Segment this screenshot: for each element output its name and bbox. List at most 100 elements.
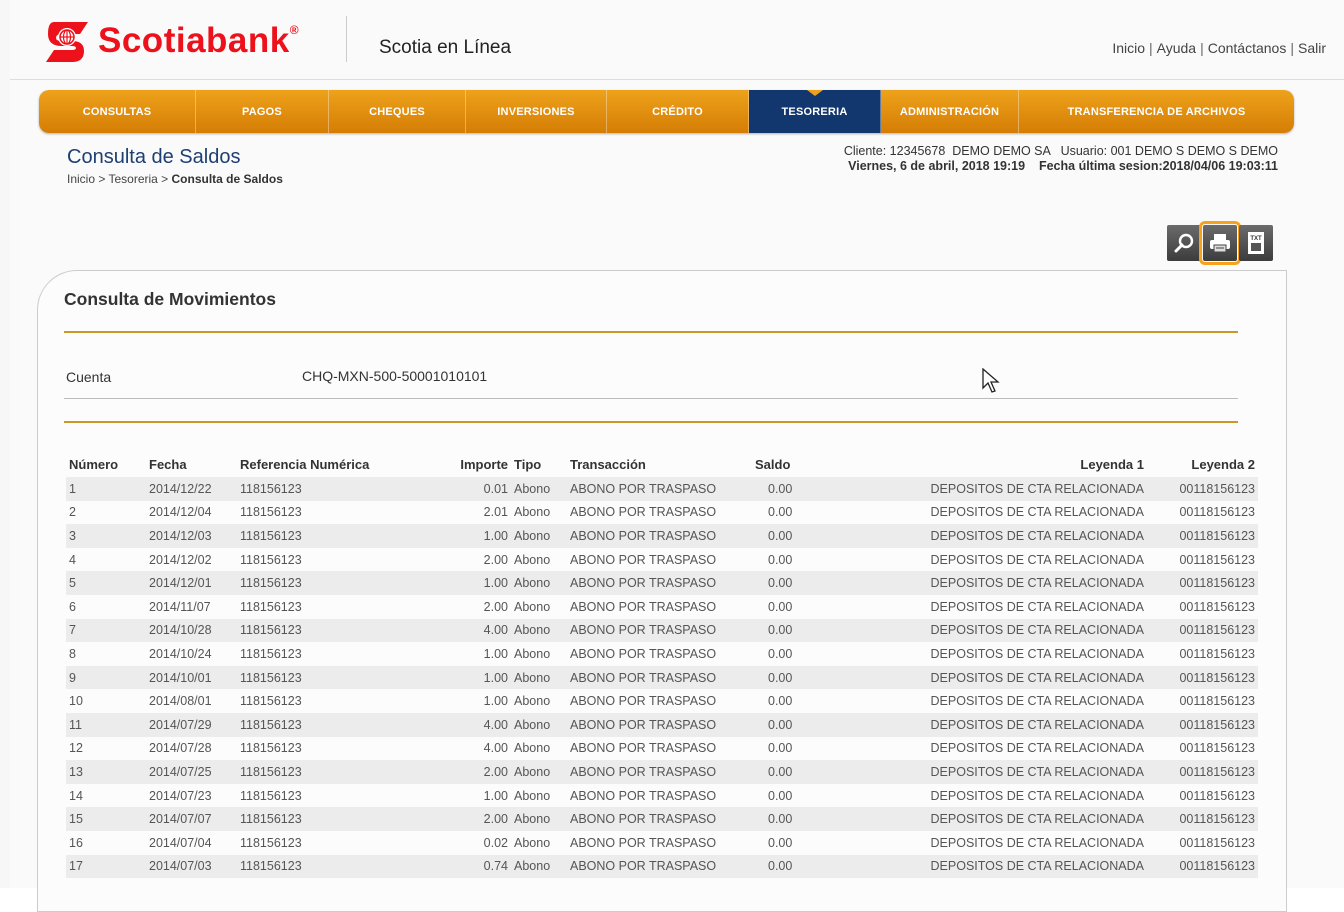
- cell-saldo: 0.00: [752, 807, 827, 831]
- cell-numero: 5: [66, 571, 146, 595]
- cell-leyenda-1: DEPOSITOS DE CTA RELACIONADA: [827, 665, 1147, 690]
- cell-transaccion: ABONO POR TRASPASO: [567, 807, 752, 831]
- cell-numero: 1: [66, 477, 146, 501]
- search-button[interactable]: [1167, 225, 1201, 261]
- tab-tesoreria[interactable]: TESORERIA: [749, 90, 881, 133]
- cell-fecha: 2014/10/01: [146, 665, 237, 690]
- cell-referencia: 118156123: [240, 694, 302, 709]
- table-row[interactable]: 12 2014/07/28 118156123 4.00 Abono ABONO POR …: [66, 737, 1258, 761]
- cell-leyenda-1: DEPOSITOS DE CTA RELACIONADA: [930, 835, 1144, 850]
- tab-credito[interactable]: CRÉDITO: [607, 90, 749, 133]
- cell-fecha: 2014/12/03: [146, 524, 237, 548]
- table-row[interactable]: 3 2014/12/03 118156123 1.00 Abono ABONO POR T…: [66, 524, 1258, 548]
- link-contactanos[interactable]: Contáctanos: [1208, 40, 1287, 56]
- table-row[interactable]: 15 2014/07/07 118156123 2.00 Abono ABONO POR …: [66, 807, 1258, 831]
- cell-tipo: Abono: [511, 618, 567, 643]
- link-inicio[interactable]: Inicio: [1112, 40, 1145, 56]
- tab-administracion[interactable]: ADMINISTRACIÓN: [881, 90, 1019, 133]
- cell-referencia: 118156123: [240, 599, 302, 614]
- cell-saldo: 0.00: [768, 835, 793, 850]
- cell-fecha: 2014/07/04: [149, 835, 212, 850]
- cell-numero: 8: [69, 646, 76, 661]
- cell-tipo: Abono: [511, 712, 567, 737]
- cell-leyenda-2: 00118156123: [1147, 854, 1258, 879]
- cell-leyenda-1: DEPOSITOS DE CTA RELACIONADA: [827, 524, 1147, 548]
- table-row[interactable]: 4 2014/12/02 118156123 2.00 Abono ABONO POR T…: [66, 548, 1258, 572]
- cell-leyenda-1: DEPOSITOS DE CTA RELACIONADA: [827, 854, 1147, 879]
- cell-importe: 1.00: [411, 524, 511, 548]
- table-row[interactable]: 16 2014/07/04 118156123 0.02 Abono ABONO POR …: [66, 831, 1258, 855]
- cell-leyenda-2: 00118156123: [1147, 665, 1258, 690]
- table-row[interactable]: 11 2014/07/29 118156123 4.00 Abono ABONO POR …: [66, 712, 1258, 737]
- top-links: Inicio | Ayuda | Contáctanos | Salir: [1112, 40, 1326, 56]
- cell-importe: 1.00: [411, 571, 511, 595]
- cell-referencia: 118156123: [237, 712, 411, 737]
- cell-transaccion: ABONO POR TRASPASO: [570, 835, 717, 850]
- cell-importe: 4.00: [411, 618, 511, 643]
- cell-transaccion: ABONO POR TRASPASO: [567, 854, 752, 879]
- cell-saldo: 0.00: [768, 694, 793, 709]
- tab-transferencia-de-archivos[interactable]: TRANSFERENCIA DE ARCHIVOS: [1019, 90, 1294, 133]
- table-row[interactable]: 10 2014/08/01 118156123 1.00 Abono ABONO POR …: [66, 689, 1258, 713]
- cell-leyenda-2: 00118156123: [1147, 807, 1258, 831]
- tab-cheques[interactable]: CHEQUES: [329, 90, 466, 133]
- cell-importe: 2.00: [411, 760, 511, 784]
- col-tipo: Tipo: [514, 456, 542, 472]
- link-ayuda[interactable]: Ayuda: [1157, 40, 1196, 56]
- cell-saldo: 0.00: [752, 571, 827, 595]
- cell-importe: 0.74: [411, 854, 511, 879]
- movements-table: Número Fecha Referencia Numérica Importe…: [66, 451, 1258, 879]
- cell-fecha: 2014/07/28: [149, 741, 212, 756]
- cell-saldo: 0.00: [752, 712, 827, 737]
- table-row[interactable]: 14 2014/07/23 118156123 1.00 Abono ABONO POR …: [66, 784, 1258, 808]
- scotiabank-logo[interactable]: Scotiabank®: [44, 18, 299, 64]
- cell-tipo: Abono: [511, 665, 567, 690]
- cell-tipo: Abono: [511, 854, 567, 879]
- cell-tipo: Abono: [511, 477, 567, 501]
- cell-leyenda-1: DEPOSITOS DE CTA RELACIONADA: [827, 477, 1147, 501]
- tab-inversiones[interactable]: INVERSIONES: [466, 90, 607, 133]
- client-info: Cliente: 12345678 DEMO DEMO SA Usuario: …: [844, 144, 1278, 174]
- cell-leyenda-2: 00118156123: [1147, 760, 1258, 784]
- cell-tipo: Abono: [511, 524, 567, 548]
- cell-saldo: 0.00: [768, 599, 793, 614]
- cell-numero: 4: [69, 552, 76, 567]
- cell-leyenda-1: DEPOSITOS DE CTA RELACIONADA: [827, 618, 1147, 643]
- gold-divider: [64, 331, 1238, 333]
- table-row[interactable]: 8 2014/10/24 118156123 1.00 Abono ABONO POR T…: [66, 642, 1258, 666]
- cell-fecha: 2014/12/22: [146, 477, 237, 501]
- cell-numero: 3: [66, 524, 146, 548]
- cell-tipo: Abono: [514, 646, 551, 661]
- cell-importe: 1.00: [483, 788, 508, 803]
- cell-numero: 14: [69, 788, 83, 803]
- cell-saldo: 0.00: [768, 505, 793, 520]
- table-row[interactable]: 5 2014/12/01 118156123 1.00 Abono ABONO POR T…: [66, 571, 1258, 595]
- cell-numero: 10: [69, 694, 83, 709]
- cell-importe: 4.00: [483, 741, 508, 756]
- cell-referencia: 118156123: [240, 788, 302, 803]
- table-row[interactable]: 17 2014/07/03 118156123 0.74 Abono ABONO POR …: [66, 854, 1258, 879]
- session-date-line: Viernes, 6 de abril, 2018 19:19 Fecha úl…: [848, 159, 1278, 173]
- txt-export-icon: TXT: [1248, 232, 1264, 254]
- cell-importe: 1.00: [411, 665, 511, 690]
- cell-fecha: 2014/07/03: [146, 854, 237, 879]
- table-row[interactable]: 1 2014/12/22 118156123 0.01 Abono ABONO POR T…: [66, 477, 1258, 501]
- txt-export-button[interactable]: TXT: [1239, 225, 1273, 261]
- table-row[interactable]: 6 2014/11/07 118156123 2.00 Abono ABONO POR T…: [66, 595, 1258, 619]
- table-row[interactable]: 2 2014/12/04 118156123 2.01 Abono ABONO POR T…: [66, 501, 1258, 525]
- cell-fecha: 2014/07/29: [146, 712, 237, 737]
- cell-saldo: 0.00: [768, 646, 793, 661]
- print-button[interactable]: [1199, 221, 1241, 265]
- cell-leyenda-1: DEPOSITOS DE CTA RELACIONADA: [930, 646, 1144, 661]
- cell-leyenda-1: DEPOSITOS DE CTA RELACIONADA: [930, 599, 1144, 614]
- cell-leyenda-1: DEPOSITOS DE CTA RELACIONADA: [827, 712, 1147, 737]
- col-saldo: Saldo: [755, 456, 791, 472]
- table-row[interactable]: 7 2014/10/28 118156123 4.00 Abono ABONO POR T…: [66, 618, 1258, 643]
- link-salir[interactable]: Salir: [1298, 40, 1326, 56]
- table-row[interactable]: 13 2014/07/25 118156123 2.00 Abono ABONO POR …: [66, 760, 1258, 784]
- cell-saldo: 0.00: [752, 665, 827, 690]
- tab-consultas[interactable]: CONSULTAS: [39, 90, 196, 133]
- table-row[interactable]: 9 2014/10/01 118156123 1.00 Abono ABONO POR T…: [66, 665, 1258, 690]
- tab-pagos[interactable]: PAGOS: [196, 90, 329, 133]
- breadcrumb-path[interactable]: Inicio > Tesoreria >: [67, 172, 172, 186]
